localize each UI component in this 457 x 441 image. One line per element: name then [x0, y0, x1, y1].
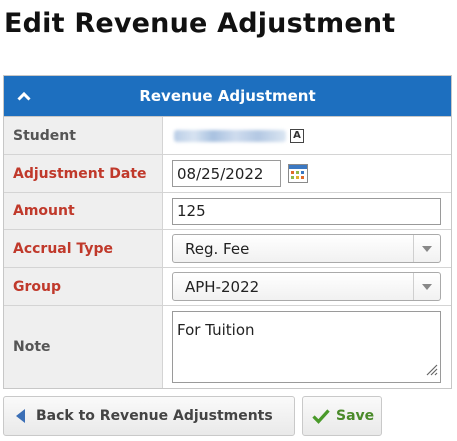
amount-row: Amount [4, 193, 451, 230]
note-textarea[interactable]: For Tuition [172, 311, 441, 383]
chevron-down-icon[interactable] [413, 235, 440, 262]
back-button[interactable]: Back to Revenue Adjustments [3, 396, 295, 436]
chevron-down-icon[interactable] [413, 273, 440, 300]
note-label: Note [4, 306, 163, 388]
group-select[interactable]: APH-2022 [172, 272, 441, 301]
save-button-label: Save [336, 408, 375, 424]
panel-title: Revenue Adjustment [139, 87, 316, 105]
panel-header: Revenue Adjustment [4, 76, 451, 117]
amount-label: Amount [4, 193, 163, 229]
adjustment-date-label: Adjustment Date [4, 155, 163, 192]
student-link-icon[interactable]: A [290, 128, 304, 143]
arrow-left-icon [14, 408, 26, 424]
back-button-label: Back to Revenue Adjustments [36, 408, 273, 424]
group-row: Group APH-2022 [4, 268, 451, 306]
accrual-type-label: Accrual Type [4, 230, 163, 267]
resize-grip-icon[interactable] [426, 362, 438, 380]
amount-input[interactable] [172, 197, 441, 225]
adjustment-date-input[interactable] [172, 160, 281, 187]
group-value: APH-2022 [185, 277, 260, 296]
note-text: For Tuition [177, 321, 255, 339]
accrual-type-value: Reg. Fee [185, 239, 250, 258]
student-label: Student [4, 117, 163, 154]
note-row: Note For Tuition [4, 306, 451, 388]
chevron-up-icon[interactable] [14, 86, 34, 106]
page-title: Edit Revenue Adjustment [4, 8, 396, 39]
calendar-icon[interactable] [288, 164, 308, 183]
student-name-blurred[interactable] [174, 129, 286, 142]
adjustment-date-row: Adjustment Date [4, 155, 451, 193]
group-label: Group [4, 268, 163, 305]
student-row: Student A [4, 117, 451, 155]
save-button[interactable]: Save [302, 396, 382, 436]
accrual-type-row: Accrual Type Reg. Fee [4, 230, 451, 268]
checkmark-icon [312, 408, 330, 424]
accrual-type-select[interactable]: Reg. Fee [172, 234, 441, 263]
revenue-adjustment-panel: Revenue Adjustment Student A Adjustment … [3, 75, 452, 389]
